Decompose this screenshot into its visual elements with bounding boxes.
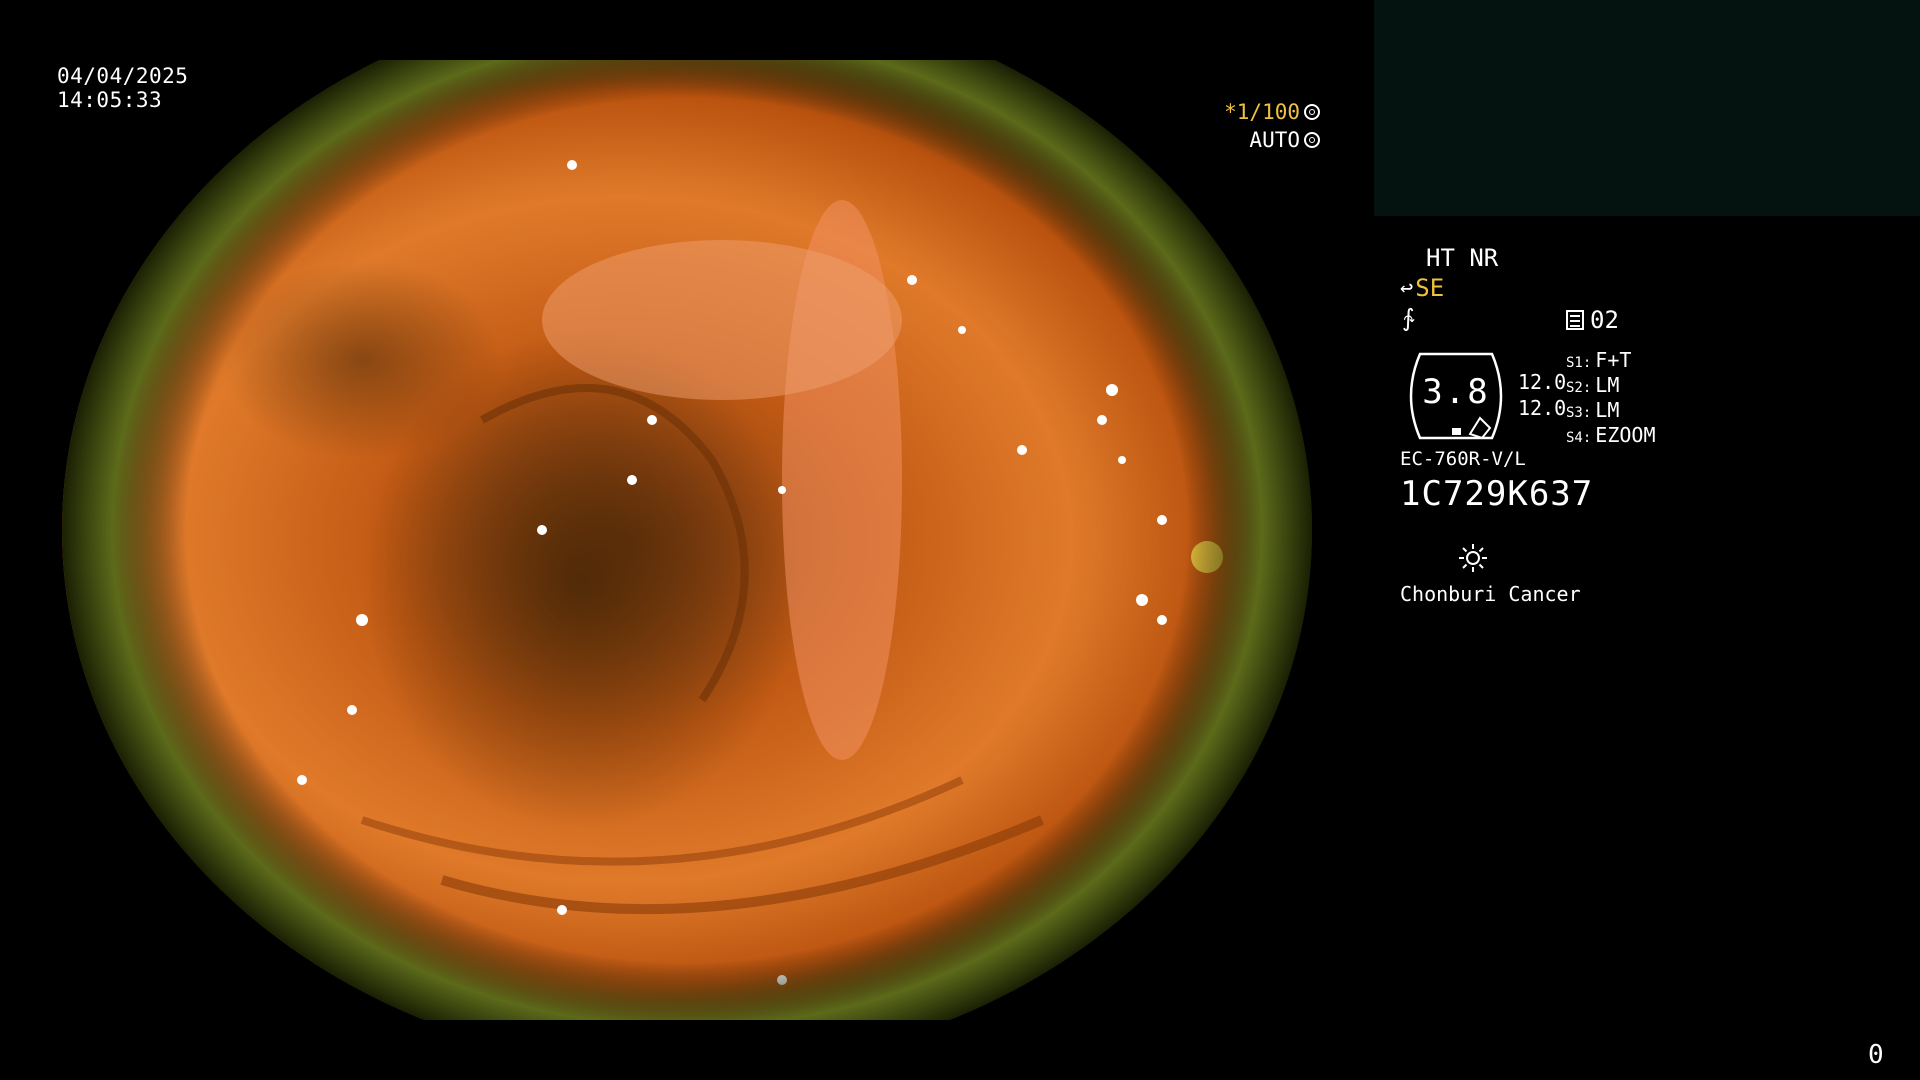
switch-value: EZOOM: [1595, 423, 1656, 447]
date-label: 04/04/2025: [57, 64, 189, 88]
mode-label: HT NR: [1426, 244, 1499, 272]
endoscope-image: [62, 60, 1312, 1020]
scope-serial: 1C729K637: [1400, 474, 1594, 514]
iris-value: AUTO: [1249, 128, 1300, 152]
memo-indicator: 02: [1566, 306, 1619, 334]
switch-2: S2: LM: [1566, 373, 1619, 397]
time-label: 14:05:33: [57, 88, 163, 112]
structure-enhance: ↩ SE: [1400, 274, 1444, 302]
switch-3: S3: LM: [1566, 398, 1619, 422]
endoscopy-monitor: 04/04/2025 14:05:33 *1/100 AUTO HT NR ↩ …: [0, 0, 1920, 1080]
switch-1: S1: F+T: [1566, 348, 1631, 372]
hospital-name: Chonburi Cancer: [1400, 582, 1581, 606]
hook-icon: ↩: [1400, 275, 1414, 301]
memo-icon: [1566, 310, 1584, 330]
value-b: 12.0: [1518, 396, 1567, 420]
structure-enhance-label: SE: [1415, 274, 1445, 302]
switch-key: S3:: [1566, 405, 1592, 421]
shutter-speed: *1/100: [1224, 100, 1320, 124]
switch-value: LM: [1595, 373, 1620, 397]
scope-model: EC-760R-V/L: [1400, 448, 1526, 470]
switch-4: S4: EZOOM: [1566, 423, 1656, 447]
value-a: 12.0: [1518, 370, 1567, 394]
info-panel: HT NR ↩ SE ∱ 02 3.8 12.0 12.0 S1: F+T S2…: [1400, 240, 1900, 620]
switch-value: LM: [1595, 398, 1620, 422]
switch-value: F+T: [1595, 348, 1632, 372]
switch-key: S2:: [1566, 380, 1592, 396]
iris-mode: AUTO: [1249, 128, 1320, 152]
gauge-value: 3.8: [1422, 372, 1490, 412]
shutter-value: *1/100: [1224, 100, 1300, 124]
switch-key: S4:: [1566, 430, 1592, 446]
curve-icon: ∱: [1402, 304, 1415, 332]
zoom-gauge: 3.8: [1400, 350, 1512, 442]
iris-ring-icon: [1304, 132, 1320, 148]
memo-number: 02: [1590, 306, 1619, 334]
thumbnail-area: [1374, 0, 1920, 216]
image-counter: 0: [1868, 1040, 1884, 1070]
switch-key: S1:: [1566, 355, 1592, 371]
aperture-icon: [1304, 104, 1320, 120]
